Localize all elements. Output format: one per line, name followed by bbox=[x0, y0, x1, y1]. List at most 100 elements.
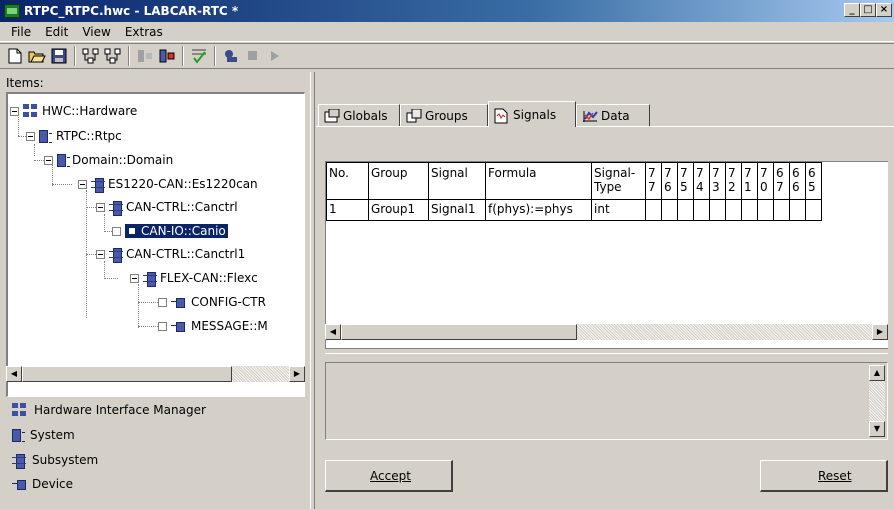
column-header[interactable]: 6 7 bbox=[773, 162, 790, 200]
app-icon bbox=[4, 4, 20, 18]
table-cell[interactable]: 1 bbox=[326, 199, 369, 221]
column-header[interactable]: 6 5 bbox=[805, 162, 822, 200]
disabled-icon[interactable] bbox=[134, 45, 156, 67]
column-header[interactable]: Signal- Type bbox=[591, 162, 646, 200]
stop-icon[interactable] bbox=[242, 45, 264, 67]
tree-node-canctrl1[interactable]: CAN-CTRL::Canctrl1 bbox=[96, 245, 245, 263]
check-icon[interactable] bbox=[188, 45, 210, 67]
toolbar-separator bbox=[214, 46, 216, 66]
column-header[interactable]: 7 4 bbox=[693, 162, 710, 200]
table-cell[interactable]: f(phys):=phys bbox=[485, 199, 592, 221]
column-header[interactable]: 7 6 bbox=[661, 162, 678, 200]
column-header[interactable]: 7 2 bbox=[725, 162, 742, 200]
column-header[interactable]: 7 3 bbox=[709, 162, 726, 200]
table-row[interactable]: 1 Group1 Signal1 f(phys):=phys int bbox=[326, 199, 822, 221]
table-cell[interactable] bbox=[789, 199, 806, 221]
column-header[interactable]: 7 0 bbox=[757, 162, 774, 200]
table-cell[interactable] bbox=[693, 199, 710, 221]
collapse-toggle[interactable] bbox=[10, 106, 19, 116]
node-checkbox[interactable] bbox=[158, 297, 167, 307]
signals-table: No. Group Signal Formula Signal- Type 7 … bbox=[326, 162, 822, 221]
legend-label: Subsystem bbox=[32, 453, 99, 467]
column-header[interactable]: 7 5 bbox=[677, 162, 694, 200]
connect-icon[interactable] bbox=[220, 45, 242, 67]
table-cell[interactable] bbox=[661, 199, 678, 221]
tree-node-message[interactable]: MESSAGE::M bbox=[158, 317, 268, 335]
menu-file[interactable]: File bbox=[4, 25, 38, 39]
menu-extras[interactable]: Extras bbox=[118, 25, 170, 39]
panel-splitter[interactable] bbox=[310, 72, 315, 509]
tree-node-canio[interactable]: CAN-IO::Canio bbox=[112, 222, 229, 240]
column-header[interactable]: 7 1 bbox=[741, 162, 758, 200]
table-cell[interactable] bbox=[757, 199, 774, 221]
column-header[interactable]: 7 7 bbox=[645, 162, 662, 200]
table-cell[interactable]: int bbox=[591, 199, 646, 221]
table-cell[interactable] bbox=[677, 199, 694, 221]
scroll-thumb[interactable] bbox=[341, 324, 577, 340]
column-header[interactable]: Formula bbox=[485, 162, 592, 200]
scroll-right-icon[interactable]: ▶ bbox=[289, 366, 305, 382]
tree-node-hardware[interactable]: HWC::Hardware bbox=[10, 102, 137, 120]
table-cell[interactable]: Group1 bbox=[368, 199, 429, 221]
signals-grid[interactable]: No. Group Signal Formula Signal- Type 7 … bbox=[325, 161, 888, 349]
legend-system: System bbox=[12, 426, 75, 444]
close-button[interactable]: × bbox=[876, 3, 892, 17]
reset-button[interactable]: Reset bbox=[760, 460, 888, 492]
table-cell[interactable] bbox=[805, 199, 822, 221]
tree-node-flexcan[interactable]: FLEX-CAN::Flexc bbox=[130, 269, 258, 287]
tree-node-es1220[interactable]: ES1220-CAN::Es1220can bbox=[78, 175, 258, 193]
tree-node-domain[interactable]: Domain::Domain bbox=[44, 151, 173, 169]
selected-node[interactable]: CAN-IO::Canio bbox=[124, 223, 229, 239]
node-checkbox[interactable] bbox=[158, 321, 167, 331]
import-icon[interactable] bbox=[156, 45, 178, 67]
table-cell[interactable] bbox=[645, 199, 662, 221]
scroll-left-icon[interactable]: ◀ bbox=[6, 366, 22, 382]
table-cell[interactable] bbox=[709, 199, 726, 221]
legend-device: Device bbox=[12, 475, 73, 493]
tab-groups[interactable]: Groups bbox=[400, 104, 488, 126]
menu-view[interactable]: View bbox=[75, 25, 117, 39]
table-cell[interactable] bbox=[741, 199, 758, 221]
column-header[interactable]: 6 6 bbox=[789, 162, 806, 200]
tab-globals[interactable]: Globals bbox=[318, 104, 400, 126]
collapse-toggle[interactable] bbox=[130, 273, 139, 283]
tree-collapse-icon[interactable] bbox=[102, 45, 124, 67]
tree-horizontal-scrollbar[interactable]: ◀ ▶ bbox=[6, 366, 305, 383]
accept-button[interactable]: Accept bbox=[325, 460, 453, 492]
minimize-button[interactable]: _ bbox=[844, 3, 860, 17]
grid-horizontal-scrollbar[interactable]: ◀ ▶ bbox=[325, 323, 888, 341]
open-icon[interactable] bbox=[26, 45, 48, 67]
menu-edit[interactable]: Edit bbox=[38, 25, 75, 39]
column-header[interactable]: No. bbox=[326, 162, 369, 200]
panel-divider[interactable] bbox=[325, 348, 888, 354]
scroll-up-icon[interactable]: ▲ bbox=[869, 365, 885, 381]
collapse-toggle[interactable] bbox=[26, 131, 35, 141]
collapse-toggle[interactable] bbox=[96, 202, 105, 212]
play-icon[interactable] bbox=[264, 45, 286, 67]
tree-expand-icon[interactable] bbox=[80, 45, 102, 67]
collapse-toggle[interactable] bbox=[44, 155, 53, 165]
node-checkbox[interactable] bbox=[112, 226, 121, 236]
table-cell[interactable]: Signal1 bbox=[428, 199, 486, 221]
tree-node-rtpc[interactable]: RTPC::Rtpc bbox=[26, 127, 122, 145]
save-icon[interactable] bbox=[48, 45, 70, 67]
collapse-toggle[interactable] bbox=[96, 249, 105, 259]
table-cell[interactable] bbox=[773, 199, 790, 221]
scroll-track[interactable] bbox=[869, 381, 885, 421]
scroll-right-icon[interactable]: ▶ bbox=[872, 324, 888, 340]
scroll-thumb[interactable] bbox=[22, 366, 232, 382]
maximize-button[interactable]: □ bbox=[860, 3, 876, 17]
tab-data[interactable]: Data bbox=[576, 104, 650, 126]
description-memo[interactable]: ▲ ▼ bbox=[325, 362, 888, 440]
scroll-left-icon[interactable]: ◀ bbox=[325, 324, 341, 340]
tree-node-canctrl[interactable]: CAN-CTRL::Canctrl bbox=[96, 198, 238, 216]
tab-signals[interactable]: Signals bbox=[488, 101, 576, 127]
new-icon[interactable] bbox=[4, 45, 26, 67]
column-header[interactable]: Group bbox=[368, 162, 429, 200]
column-header[interactable]: Signal bbox=[428, 162, 486, 200]
tree-node-config[interactable]: CONFIG-CTR bbox=[158, 293, 266, 311]
scroll-down-icon[interactable]: ▼ bbox=[869, 421, 885, 437]
collapse-toggle[interactable] bbox=[78, 179, 87, 189]
hardware-tree[interactable]: HWC::Hardware RTPC::Rtpc Domain::Domain … bbox=[6, 92, 305, 397]
table-cell[interactable] bbox=[725, 199, 742, 221]
